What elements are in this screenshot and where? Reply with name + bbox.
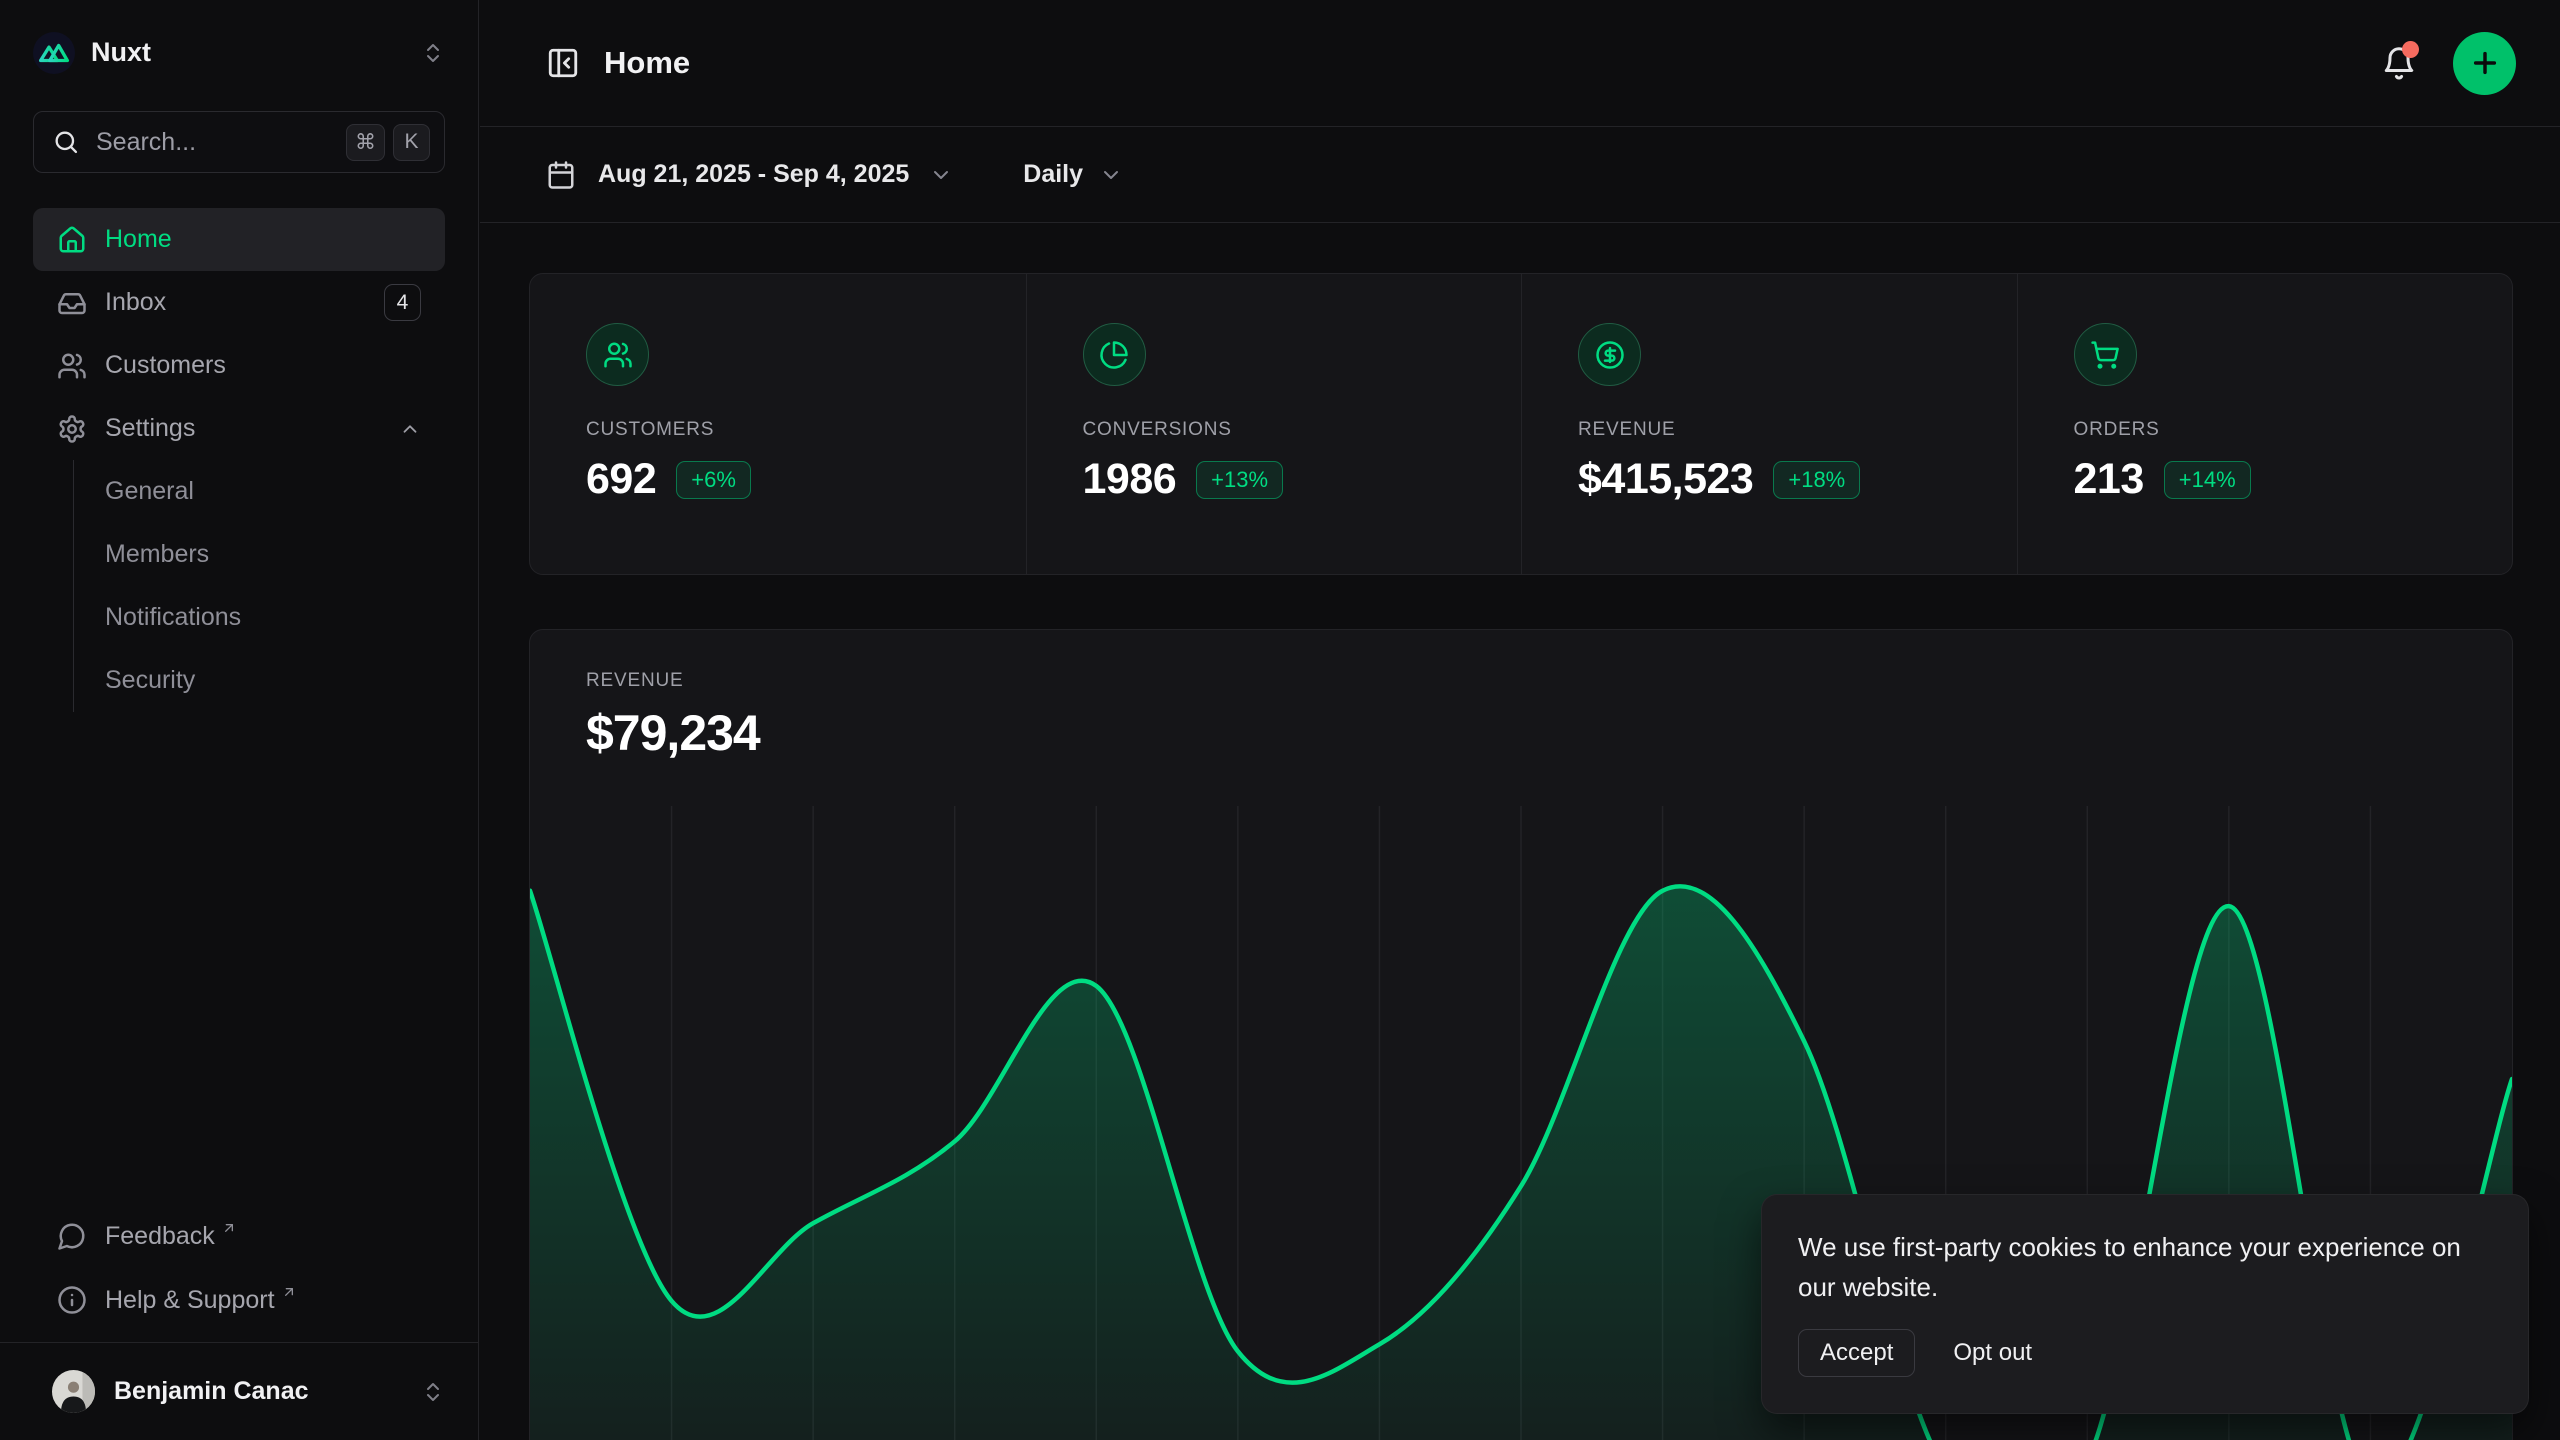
cookie-banner: We use first-party cookies to enhance yo… <box>1761 1194 2529 1414</box>
help-support-link[interactable]: Help & Support <box>33 1268 445 1332</box>
chevron-up-icon <box>399 418 421 440</box>
sidebar-item-label: Settings <box>105 414 399 443</box>
sidebar-nav: Home Inbox 4 Customers Settings Genera <box>33 208 445 712</box>
sidebar-item-settings[interactable]: Settings <box>33 397 445 460</box>
stat-card-customers[interactable]: CUSTOMERS 692 +6% <box>530 274 1026 574</box>
sidebar-item-label: Home <box>105 225 421 254</box>
accept-cookies-button[interactable]: Accept <box>1798 1329 1915 1377</box>
home-icon <box>57 225 87 255</box>
users-icon <box>586 323 649 386</box>
date-range-picker[interactable]: Aug 21, 2025 - Sep 4, 2025 <box>546 160 953 190</box>
top-header: Home <box>480 0 2560 127</box>
stat-value: 1986 <box>1083 455 1177 504</box>
stat-delta-badge: +14% <box>2164 461 2251 499</box>
cookie-message: We use first-party cookies to enhance yo… <box>1798 1227 2492 1307</box>
stat-label: ORDERS <box>2074 419 2457 441</box>
stat-card-orders[interactable]: ORDERS 213 +14% <box>2017 274 2513 574</box>
page-title: Home <box>604 45 2381 81</box>
kbd-k: K <box>393 124 430 161</box>
users-icon <box>57 351 87 381</box>
feedback-link[interactable]: Feedback <box>33 1204 445 1268</box>
sidebar-item-general[interactable]: General <box>105 460 445 523</box>
stat-label: CUSTOMERS <box>586 419 970 441</box>
user-menu[interactable]: Benjamin Canac <box>0 1342 478 1440</box>
sidebar-item-label: Customers <box>105 351 421 380</box>
sidebar: Nuxt Search... ⌘ K Home Inbox 4 <box>0 0 479 1440</box>
cart-icon <box>2074 323 2137 386</box>
pie-chart-icon <box>1083 323 1146 386</box>
nuxt-logo-icon <box>33 32 75 74</box>
external-link-icon <box>281 1284 297 1300</box>
notifications-button[interactable] <box>2381 45 2417 81</box>
filter-bar: Aug 21, 2025 - Sep 4, 2025 Daily <box>480 127 2560 223</box>
search-input[interactable]: Search... ⌘ K <box>33 111 445 173</box>
kbd-meta: ⌘ <box>346 124 385 161</box>
add-button[interactable] <box>2453 32 2516 95</box>
stat-value: 692 <box>586 455 656 504</box>
revenue-chart-value: $79,234 <box>586 704 2456 762</box>
chevrons-up-down-icon <box>421 41 445 65</box>
external-link-icon <box>221 1220 237 1236</box>
workspace-switcher[interactable]: Nuxt <box>0 0 478 105</box>
stats-card-row: CUSTOMERS 692 +6% CONVERSIONS 1986 +13% … <box>529 273 2513 575</box>
interval-value: Daily <box>1023 160 1083 189</box>
sidebar-item-customers[interactable]: Customers <box>33 334 445 397</box>
stat-delta-badge: +13% <box>1196 461 1283 499</box>
search-icon <box>52 128 80 156</box>
inbox-icon <box>57 288 87 318</box>
search-placeholder: Search... <box>96 128 338 157</box>
sidebar-item-home[interactable]: Home <box>33 208 445 271</box>
stat-label: REVENUE <box>1578 419 1961 441</box>
calendar-icon <box>546 160 576 190</box>
avatar <box>52 1370 95 1413</box>
stat-card-conversions[interactable]: CONVERSIONS 1986 +13% <box>1026 274 1522 574</box>
stat-label: CONVERSIONS <box>1083 419 1466 441</box>
chevrons-up-down-icon <box>421 1380 445 1404</box>
sidebar-item-notifications[interactable]: Notifications <box>105 586 445 649</box>
collapse-sidebar-button[interactable] <box>546 46 580 80</box>
info-icon <box>57 1285 87 1315</box>
sidebar-item-security[interactable]: Security <box>105 649 445 712</box>
chevron-down-icon <box>929 163 953 187</box>
dollar-circle-icon <box>1578 323 1641 386</box>
sidebar-item-inbox[interactable]: Inbox 4 <box>33 271 445 334</box>
gear-icon <box>57 414 87 444</box>
stat-value: $415,523 <box>1578 455 1753 504</box>
settings-subnav: General Members Notifications Security <box>73 460 445 712</box>
notification-dot <box>2402 41 2419 58</box>
interval-select[interactable]: Daily <box>1023 160 1123 189</box>
chevron-down-icon <box>1099 163 1123 187</box>
help-support-label: Help & Support <box>105 1286 275 1315</box>
sidebar-item-members[interactable]: Members <box>105 523 445 586</box>
stat-value: 213 <box>2074 455 2144 504</box>
stat-card-revenue[interactable]: REVENUE $415,523 +18% <box>1521 274 2017 574</box>
sidebar-footer: Feedback Help & Support <box>33 1204 445 1332</box>
workspace-name: Nuxt <box>91 37 421 68</box>
optout-cookies-button[interactable]: Opt out <box>1953 1339 2032 1367</box>
user-name: Benjamin Canac <box>114 1377 421 1406</box>
date-range-value: Aug 21, 2025 - Sep 4, 2025 <box>598 160 909 189</box>
stat-delta-badge: +6% <box>676 461 751 499</box>
feedback-label: Feedback <box>105 1222 215 1251</box>
chat-bubble-icon <box>57 1221 87 1251</box>
inbox-count-badge: 4 <box>384 284 421 321</box>
sidebar-item-label: Inbox <box>105 288 384 317</box>
stat-delta-badge: +18% <box>1773 461 1860 499</box>
revenue-chart-label: REVENUE <box>586 670 2456 692</box>
